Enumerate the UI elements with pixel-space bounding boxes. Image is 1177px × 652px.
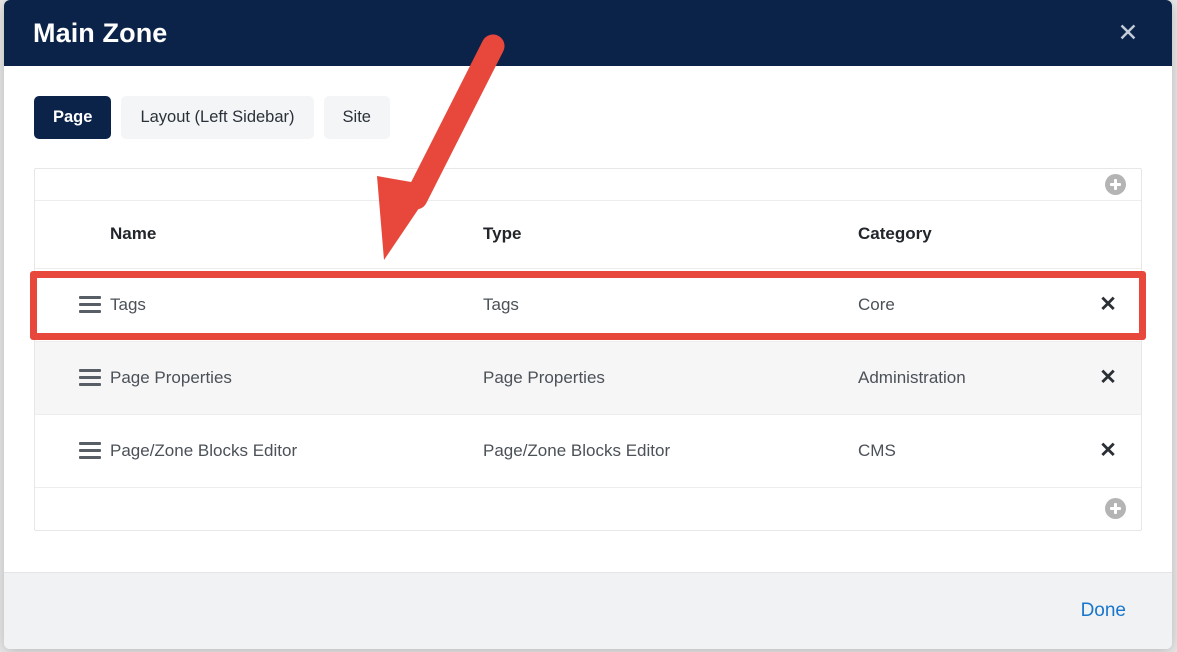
done-button[interactable]: Done <box>1081 600 1126 622</box>
drag-handle-cell[interactable] <box>35 296 110 314</box>
drag-handle-icon[interactable] <box>79 442 101 460</box>
tab-site[interactable]: Site <box>323 96 390 139</box>
plus-circle-icon[interactable] <box>1105 498 1126 520</box>
cell-category: Administration <box>858 367 966 387</box>
add-row-bottom <box>35 488 1141 530</box>
close-icon[interactable]: ✕ <box>1095 436 1121 465</box>
table-row[interactable]: Tags Tags Core ✕ <box>35 269 1141 342</box>
table-row[interactable]: Page Properties Page Properties Administ… <box>35 341 1141 415</box>
delete-cell[interactable]: ✕ <box>1075 290 1141 319</box>
column-header-name: Name <box>110 224 157 244</box>
plus-circle-icon[interactable] <box>1105 173 1126 195</box>
column-header-category: Category <box>858 224 932 244</box>
dialog-header: Main Zone ✕ <box>4 0 1172 66</box>
tab-page[interactable]: Page <box>34 96 112 139</box>
widgets-table: Name Type Category Tags Tags Core ✕ Page… <box>34 167 1142 531</box>
drag-handle-icon[interactable] <box>79 369 101 387</box>
cell-category: CMS <box>858 440 896 460</box>
table-header-row: Name Type Category <box>35 201 1141 269</box>
close-icon[interactable]: ✕ <box>1095 290 1121 319</box>
dialog-body: Page Layout (Left Sidebar) Site Name Typ… <box>4 66 1172 572</box>
main-zone-dialog: Main Zone ✕ Page Layout (Left Sidebar) S… <box>4 0 1172 649</box>
tab-layout-left-sidebar[interactable]: Layout (Left Sidebar) <box>121 96 314 139</box>
cell-name: Tags <box>110 294 146 314</box>
cell-type: Page/Zone Blocks Editor <box>483 440 671 460</box>
screen-root: Main Zone ✕ Page Layout (Left Sidebar) S… <box>0 0 1177 652</box>
tab-bar: Page Layout (Left Sidebar) Site <box>34 96 1142 139</box>
delete-cell[interactable]: ✕ <box>1075 363 1141 392</box>
drag-handle-cell[interactable] <box>35 442 110 460</box>
delete-cell[interactable]: ✕ <box>1075 436 1141 465</box>
table-row[interactable]: Page/Zone Blocks Editor Page/Zone Blocks… <box>35 415 1141 488</box>
add-row-top <box>35 169 1141 201</box>
cell-category: Core <box>858 294 895 314</box>
close-icon[interactable]: ✕ <box>1111 16 1145 50</box>
cell-name: Page/Zone Blocks Editor <box>110 440 298 460</box>
cell-type: Page Properties <box>483 367 605 387</box>
drag-handle-icon[interactable] <box>79 296 101 314</box>
close-icon[interactable]: ✕ <box>1095 363 1121 392</box>
column-header-type: Type <box>483 224 522 244</box>
cell-name: Page Properties <box>110 367 232 387</box>
dialog-footer: Done <box>4 572 1172 649</box>
page-title: Main Zone <box>33 17 168 48</box>
drag-handle-cell[interactable] <box>35 369 110 387</box>
cell-type: Tags <box>483 294 519 314</box>
